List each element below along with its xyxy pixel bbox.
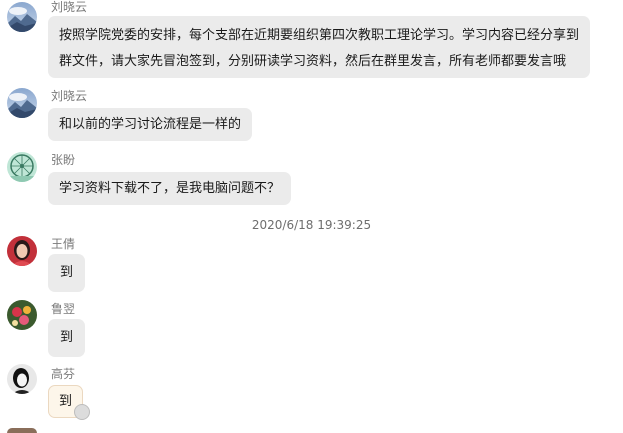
- message-timestamp: 2020/6/18 19:39:25: [251, 218, 372, 232]
- woman-portrait-avatar-icon: [7, 236, 37, 266]
- portrait-sketch-avatar-icon: [7, 364, 37, 394]
- sender-avatar[interactable]: [7, 88, 37, 118]
- sender-avatar[interactable]: [7, 364, 37, 394]
- message-text: 到: [59, 394, 73, 409]
- bubble-decoration-icon: [74, 404, 90, 420]
- sender-avatar[interactable]: [7, 152, 37, 182]
- sender-name: 高芬: [51, 367, 76, 381]
- sender-name: 刘晓云: [51, 0, 88, 14]
- message-text-line: 按照学院党委的安排，每个支部在近期要组织第四次教职工理论学习。学习内容已经分享到: [59, 28, 580, 43]
- message-text: 学习资料下载不了，是我电脑问题不？: [59, 181, 281, 196]
- message-bubble[interactable]: 按照学院党委的安排，每个支部在近期要组织第四次教职工理论学习。学习内容已经分享到…: [48, 16, 591, 78]
- sender-name: 王倩: [51, 237, 76, 251]
- message-text: 和以前的学习讨论流程是一样的: [59, 117, 242, 132]
- sender-name: 张盼: [51, 153, 76, 167]
- sender-avatar[interactable]: [7, 300, 37, 330]
- chat-message-list: 刘晓云 按照学院党委的安排，每个支部在近期要组织第四次教职工理论学习。学习内容已…: [0, 0, 623, 433]
- flower-avatar-icon: [7, 300, 37, 330]
- message-bubble[interactable]: 到: [48, 319, 86, 357]
- message-text: 到: [60, 330, 74, 345]
- message-text-line: 群文件，请大家先冒泡签到，分别研读学习资料，然后在群里发言，所有老师都要发言哦: [59, 54, 567, 69]
- sender-avatar[interactable]: [7, 236, 37, 266]
- message-text: 到: [60, 265, 74, 280]
- sender-name: 刘晓云: [51, 89, 88, 103]
- message-bubble[interactable]: 学习资料下载不了，是我电脑问题不？: [48, 172, 292, 205]
- sender-name: 鲁翌: [51, 302, 76, 316]
- ferris-wheel-avatar-icon: [7, 152, 37, 182]
- message-bubble[interactable]: 和以前的学习讨论流程是一样的: [48, 108, 253, 141]
- landscape-avatar-icon: [7, 88, 37, 118]
- sender-avatar[interactable]: [7, 2, 37, 32]
- message-bubble[interactable]: 到: [48, 254, 86, 292]
- landscape-avatar-icon: [7, 2, 37, 32]
- sender-avatar[interactable]: [7, 428, 37, 433]
